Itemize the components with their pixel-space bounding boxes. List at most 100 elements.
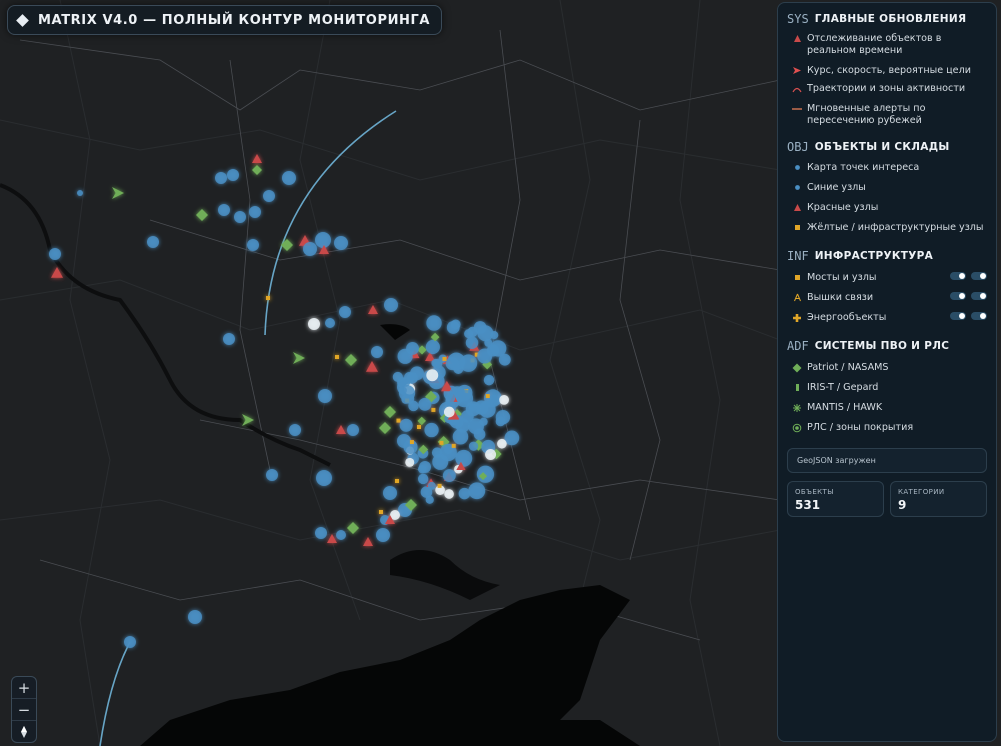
map-marker[interactable] bbox=[409, 440, 414, 445]
layer-toggle[interactable] bbox=[971, 292, 987, 300]
map-marker[interactable] bbox=[289, 424, 301, 436]
map-marker[interactable] bbox=[477, 348, 493, 364]
map-marker[interactable] bbox=[223, 333, 235, 345]
map-marker[interactable] bbox=[485, 394, 490, 399]
map-marker[interactable] bbox=[458, 487, 471, 500]
map-marker[interactable] bbox=[468, 403, 477, 412]
map-marker[interactable] bbox=[468, 482, 486, 500]
map-marker[interactable] bbox=[339, 306, 351, 318]
map-marker[interactable] bbox=[315, 527, 327, 539]
map-marker[interactable] bbox=[383, 486, 397, 500]
map-marker[interactable] bbox=[455, 418, 470, 433]
map-marker[interactable] bbox=[308, 318, 320, 330]
legend-item[interactable]: Отслеживание объектов в реальном времени bbox=[787, 33, 987, 57]
map-marker[interactable] bbox=[376, 528, 390, 542]
map-marker[interactable] bbox=[395, 479, 399, 483]
map-marker[interactable] bbox=[266, 296, 270, 300]
map-marker[interactable] bbox=[399, 418, 413, 432]
map-marker[interactable] bbox=[455, 449, 473, 467]
map-marker[interactable] bbox=[282, 171, 296, 185]
layer-toggle[interactable] bbox=[950, 292, 966, 300]
map-marker[interactable] bbox=[459, 354, 478, 372]
map-marker[interactable] bbox=[336, 530, 346, 540]
map-marker[interactable] bbox=[263, 190, 275, 202]
map-marker[interactable] bbox=[504, 430, 520, 446]
map-marker[interactable] bbox=[426, 369, 439, 382]
map-marker[interactable] bbox=[218, 204, 230, 216]
map-marker[interactable] bbox=[406, 342, 419, 355]
map-marker[interactable] bbox=[147, 236, 159, 248]
map-marker[interactable] bbox=[431, 407, 436, 412]
map-marker[interactable] bbox=[334, 236, 348, 250]
layer-toggle[interactable] bbox=[950, 312, 966, 320]
map-marker[interactable] bbox=[266, 469, 278, 481]
map-marker[interactable] bbox=[499, 395, 509, 405]
layer-toggle[interactable] bbox=[971, 272, 987, 280]
map-marker[interactable] bbox=[401, 394, 411, 404]
map-marker[interactable] bbox=[316, 470, 332, 486]
map-marker[interactable] bbox=[442, 469, 456, 483]
map-marker[interactable] bbox=[405, 457, 415, 467]
legend-item[interactable]: MANTIS / HAWK bbox=[787, 402, 987, 414]
map-marker[interactable] bbox=[444, 445, 453, 455]
map-marker[interactable] bbox=[234, 211, 246, 223]
map-marker[interactable] bbox=[427, 481, 436, 490]
map-marker[interactable] bbox=[424, 422, 439, 438]
map-marker[interactable] bbox=[318, 389, 332, 403]
map-marker[interactable] bbox=[468, 441, 479, 451]
map-marker[interactable] bbox=[247, 239, 259, 251]
map-marker[interactable] bbox=[437, 483, 442, 488]
map-marker[interactable] bbox=[347, 424, 359, 436]
map-marker[interactable] bbox=[315, 232, 331, 248]
map-marker[interactable] bbox=[426, 315, 442, 331]
legend-item[interactable]: Карта точек интереса bbox=[787, 162, 987, 174]
map-marker[interactable] bbox=[450, 319, 461, 330]
legend-item[interactable]: Красные узлы bbox=[787, 202, 987, 214]
map-marker[interactable] bbox=[417, 425, 421, 429]
map-marker[interactable] bbox=[215, 172, 227, 184]
zoom-in-button[interactable]: + bbox=[12, 677, 36, 699]
legend-item[interactable]: Траектории и зоны активности bbox=[787, 83, 987, 95]
map-marker[interactable] bbox=[371, 346, 383, 358]
compass-reset-button[interactable] bbox=[12, 721, 36, 742]
map-marker[interactable] bbox=[442, 356, 447, 361]
map-marker[interactable] bbox=[417, 464, 427, 474]
map-marker[interactable] bbox=[188, 610, 202, 624]
map-marker[interactable] bbox=[464, 329, 474, 339]
map-marker[interactable] bbox=[408, 400, 419, 412]
map-marker[interactable] bbox=[418, 397, 432, 411]
map-marker[interactable] bbox=[417, 473, 429, 485]
legend-item[interactable]: Энергообъекты bbox=[787, 312, 987, 324]
map-marker[interactable] bbox=[49, 248, 61, 260]
layer-toggle[interactable] bbox=[971, 312, 987, 320]
map-marker[interactable] bbox=[451, 443, 456, 448]
map-marker[interactable] bbox=[249, 206, 261, 218]
map-marker[interactable] bbox=[398, 386, 407, 395]
layer-toggle[interactable] bbox=[950, 272, 966, 280]
map-marker[interactable] bbox=[396, 418, 401, 423]
map-marker[interactable] bbox=[335, 355, 339, 359]
legend-item[interactable]: Patriot / NASAMS bbox=[787, 362, 987, 374]
map-marker[interactable] bbox=[406, 372, 418, 384]
map-marker[interactable] bbox=[495, 416, 506, 427]
map-marker[interactable] bbox=[476, 465, 495, 483]
map-marker[interactable] bbox=[497, 438, 507, 449]
legend-item[interactable]: Курс, скорость, вероятные цели bbox=[787, 65, 987, 77]
map-marker[interactable] bbox=[468, 418, 484, 435]
map-marker[interactable] bbox=[439, 440, 444, 445]
map-marker[interactable] bbox=[483, 374, 495, 386]
map-marker[interactable] bbox=[425, 495, 434, 504]
map-marker[interactable] bbox=[445, 393, 456, 403]
map-marker[interactable] bbox=[444, 489, 454, 499]
legend-item[interactable]: Синие узлы bbox=[787, 182, 987, 194]
map-marker[interactable] bbox=[443, 406, 455, 418]
map-marker[interactable] bbox=[432, 358, 443, 369]
map-marker[interactable] bbox=[303, 242, 317, 256]
map-marker[interactable] bbox=[77, 190, 83, 196]
legend-item[interactable]: Жёлтые / инфраструктурные узлы bbox=[787, 222, 987, 234]
map-marker[interactable] bbox=[227, 169, 239, 181]
map-marker[interactable] bbox=[465, 336, 479, 350]
map-marker[interactable] bbox=[425, 339, 440, 355]
map-marker[interactable] bbox=[379, 510, 383, 514]
map-marker[interactable] bbox=[432, 453, 449, 470]
